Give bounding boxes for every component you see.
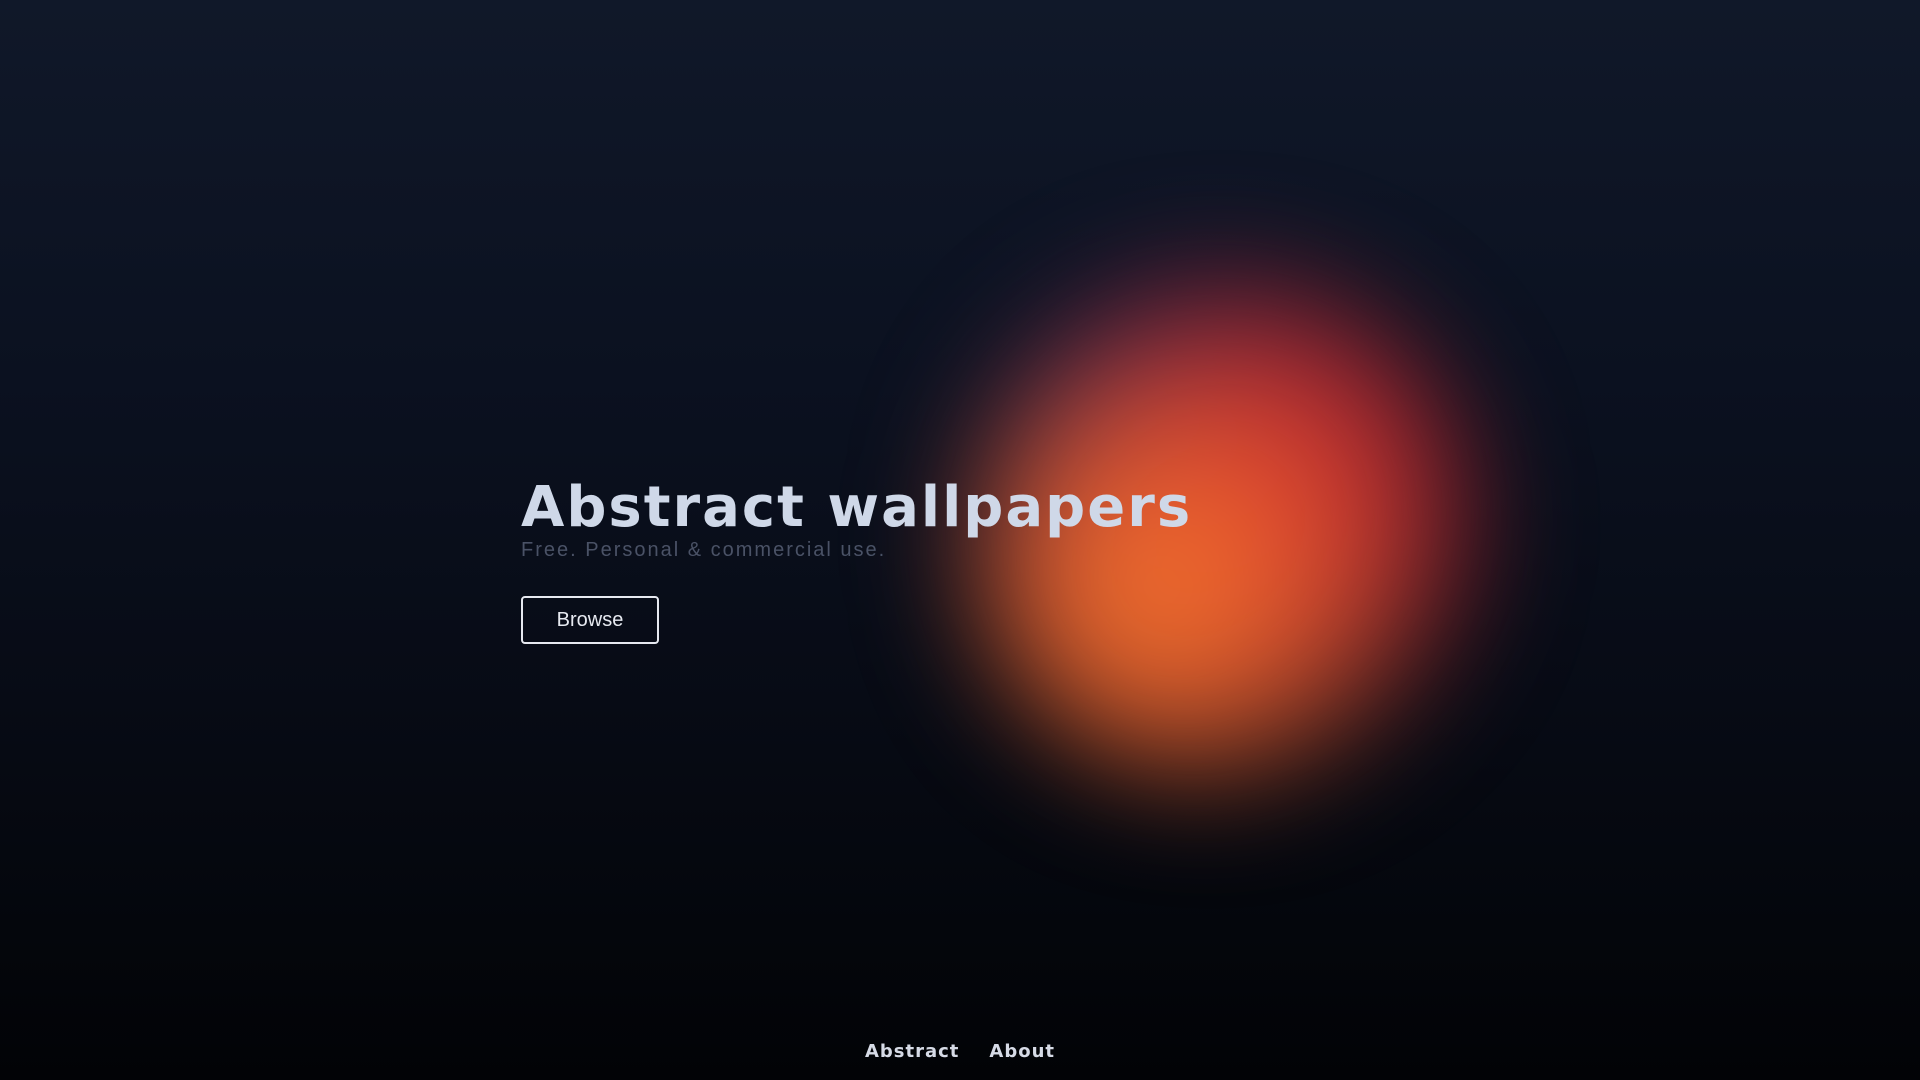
footer-nav: Abstract About — [0, 1041, 1920, 1063]
footer-link-abstract[interactable]: Abstract — [865, 1041, 959, 1063]
page-title: Abstract wallpapers — [521, 475, 1193, 540]
browse-button[interactable]: Browse — [521, 596, 659, 644]
page-subtitle: Free. Personal & commercial use. — [521, 539, 887, 561]
hero-section: Abstract wallpapers Free. Personal & com… — [521, 478, 1192, 644]
footer-link-about[interactable]: About — [989, 1041, 1055, 1063]
